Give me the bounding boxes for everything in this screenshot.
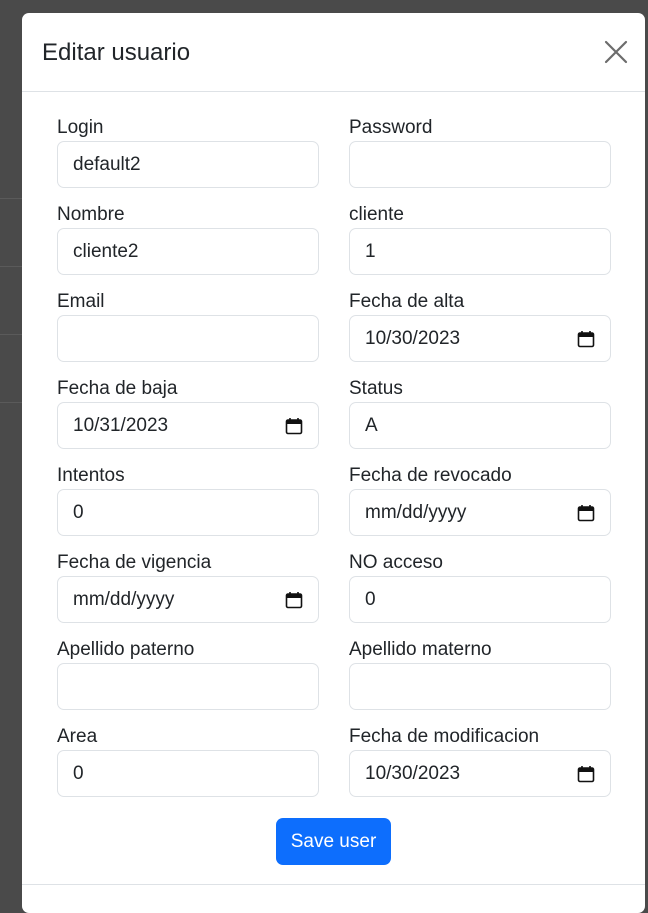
fecha-baja-label: Fecha de baja (57, 378, 178, 399)
status-value: A (365, 414, 378, 436)
edit-user-modal: Editar usuario Login default2 Password N… (22, 13, 645, 913)
apellido-paterno-group: Apellido paterno (57, 639, 319, 710)
no-acceso-input[interactable]: 0 (349, 576, 611, 623)
fecha-modificacion-input[interactable]: 10/30/2023 (349, 750, 611, 797)
area-label: Area (57, 726, 98, 747)
cliente-value: 1 (365, 240, 376, 262)
password-group: Password (349, 117, 611, 188)
area-input[interactable]: 0 (57, 750, 319, 797)
area-value: 0 (73, 762, 84, 784)
footer-divider (22, 884, 645, 885)
close-icon (604, 40, 628, 64)
fecha-baja-value: 10/31/2023 (73, 414, 169, 436)
password-input[interactable] (349, 141, 611, 188)
email-input[interactable] (57, 315, 319, 362)
fecha-modificacion-value: 10/30/2023 (365, 762, 461, 784)
apellido-materno-input[interactable] (349, 663, 611, 710)
intentos-value: 0 (73, 501, 84, 523)
status-group: Status A (349, 378, 611, 449)
fecha-revocado-group: Fecha de revocado mm/dd/yyyy (349, 465, 611, 536)
cliente-input[interactable]: 1 (349, 228, 611, 275)
apellido-paterno-input[interactable] (57, 663, 319, 710)
nombre-value: cliente2 (73, 240, 139, 262)
intentos-input[interactable]: 0 (57, 489, 319, 536)
login-value: default2 (73, 153, 141, 175)
modal-title: Editar usuario (42, 39, 191, 66)
save-user-button[interactable]: Save user (276, 818, 391, 865)
fecha-baja-input[interactable]: 10/31/2023 (57, 402, 319, 449)
fecha-vigencia-group: Fecha de vigencia mm/dd/yyyy (57, 552, 319, 623)
intentos-group: Intentos 0 (57, 465, 319, 536)
fecha-baja-group: Fecha de baja 10/31/2023 (57, 378, 319, 449)
apellido-materno-label: Apellido materno (349, 639, 492, 660)
calendar-icon[interactable] (285, 591, 303, 609)
status-label: Status (349, 378, 403, 399)
area-group: Area 0 (57, 726, 319, 797)
fecha-alta-value: 10/30/2023 (365, 327, 461, 349)
login-group: Login default2 (57, 117, 319, 188)
fecha-vigencia-label: Fecha de vigencia (57, 552, 212, 573)
calendar-icon[interactable] (577, 765, 595, 783)
login-input[interactable]: default2 (57, 141, 319, 188)
fecha-revocado-label: Fecha de revocado (349, 465, 512, 486)
fecha-alta-label: Fecha de alta (349, 291, 465, 312)
status-input[interactable]: A (349, 402, 611, 449)
calendar-icon[interactable] (285, 417, 303, 435)
nombre-label: Nombre (57, 204, 125, 225)
email-label: Email (57, 291, 105, 312)
intentos-label: Intentos (57, 465, 125, 486)
cliente-label: cliente (349, 204, 404, 225)
close-button[interactable] (603, 39, 629, 65)
nombre-group: Nombre cliente2 (57, 204, 319, 275)
fecha-vigencia-input[interactable]: mm/dd/yyyy (57, 576, 319, 623)
nombre-input[interactable]: cliente2 (57, 228, 319, 275)
apellido-materno-group: Apellido materno (349, 639, 611, 710)
fecha-revocado-value: mm/dd/yyyy (365, 501, 467, 523)
calendar-icon[interactable] (577, 504, 595, 522)
fecha-alta-input[interactable]: 10/30/2023 (349, 315, 611, 362)
password-label: Password (349, 117, 433, 138)
apellido-paterno-label: Apellido paterno (57, 639, 195, 660)
fecha-alta-group: Fecha de alta 10/30/2023 (349, 291, 611, 362)
no-acceso-group: NO acceso 0 (349, 552, 611, 623)
fecha-modificacion-label: Fecha de modificacion (349, 726, 540, 747)
fecha-modificacion-group: Fecha de modificacion 10/30/2023 (349, 726, 611, 797)
modal-header: Editar usuario (22, 13, 645, 92)
no-acceso-label: NO acceso (349, 552, 443, 573)
fecha-revocado-input[interactable]: mm/dd/yyyy (349, 489, 611, 536)
cliente-group: cliente 1 (349, 204, 611, 275)
fecha-vigencia-value: mm/dd/yyyy (73, 588, 175, 610)
no-acceso-value: 0 (365, 588, 376, 610)
email-group: Email (57, 291, 319, 362)
calendar-icon[interactable] (577, 330, 595, 348)
login-label: Login (57, 117, 104, 138)
